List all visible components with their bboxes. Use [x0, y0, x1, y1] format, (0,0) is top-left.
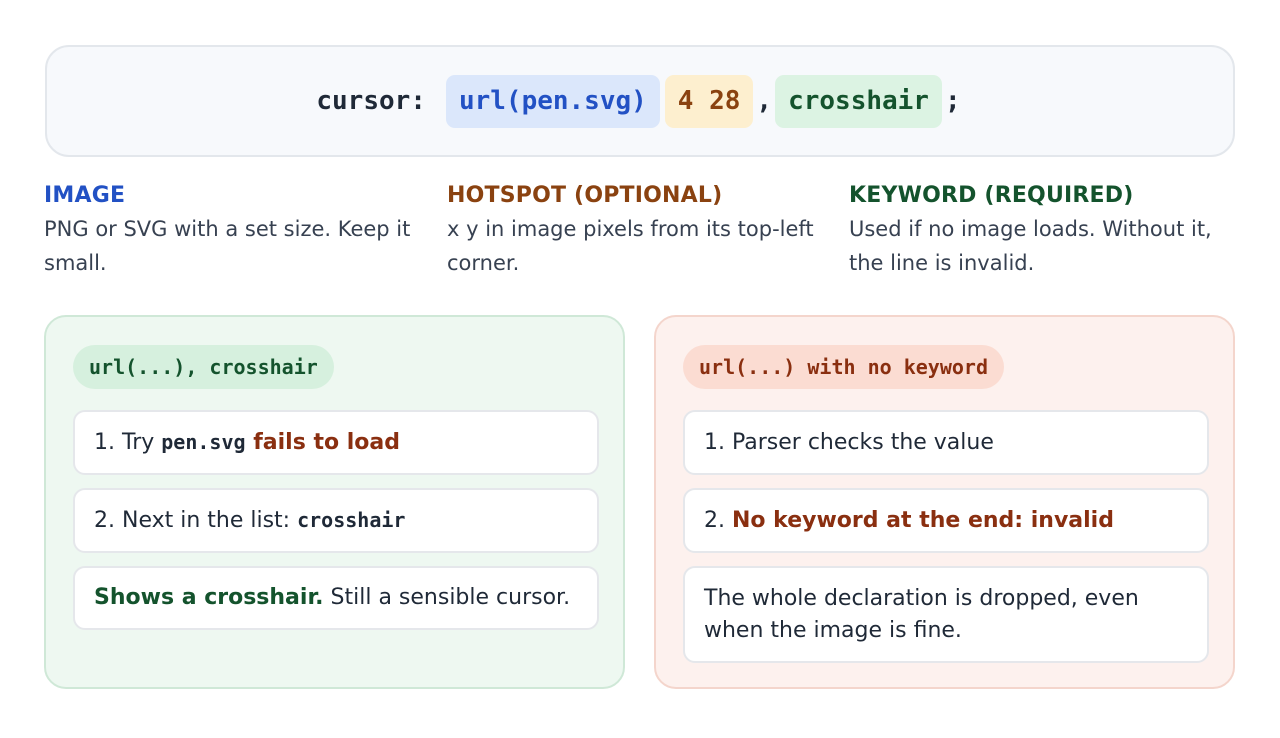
comma: ,: [756, 86, 773, 116]
fallback-tag: url(...), crosshair: [73, 345, 334, 389]
step-emphasis: fails to load: [245, 430, 400, 455]
invalid-step-2: 2. No keyword at the end: invalid: [683, 488, 1209, 553]
invalid-panel: url(...) with no keyword 1. Parser check…: [654, 315, 1235, 689]
keyword-title: KEYWORD (REQUIRED): [849, 183, 1134, 208]
property-name: cursor:: [316, 86, 426, 116]
hotspot-column: HOTSPOT (OPTIONAL) x y in image pixels f…: [447, 181, 837, 280]
hotspot-chip: 4 28: [664, 74, 754, 128]
fallback-panel: url(...), crosshair 1. Try pen.svg fails…: [44, 315, 625, 689]
step-emphasis: No keyword at the end: invalid: [731, 507, 1114, 533]
hotspot-title: HOTSPOT (OPTIONAL): [447, 183, 723, 208]
step-text: The whole declaration is dropped, even w…: [704, 585, 1139, 643]
image-title: IMAGE: [44, 183, 126, 208]
step-text: 2.: [704, 507, 732, 533]
keyword-column: KEYWORD (REQUIRED) Used if no image load…: [849, 181, 1239, 280]
fallback-step-2: 2. Next in the list: crosshair: [73, 488, 599, 553]
step-code: crosshair: [297, 508, 406, 532]
invalid-tag: url(...) with no keyword: [683, 345, 1004, 389]
step-code: pen.svg: [161, 430, 246, 454]
cursor-declaration: cursor: url(pen.svg) 4 28 , crosshair ;: [45, 45, 1235, 157]
keyword-chip: crosshair: [775, 74, 942, 128]
keyword-description: Used if no image loads. Without it, the …: [849, 217, 1212, 275]
invalid-step-3: The whole declaration is dropped, even w…: [683, 566, 1209, 663]
fallback-step-3: Shows a crosshair. Still a sensible curs…: [73, 566, 599, 630]
step-text: Still a sensible cursor.: [323, 585, 571, 610]
step-text: 1. Try: [94, 430, 162, 455]
image-url-chip: url(pen.svg): [445, 74, 660, 128]
step-emphasis: Shows a crosshair.: [94, 585, 324, 610]
image-column: IMAGE PNG or SVG with a set size. Keep i…: [44, 181, 434, 280]
semicolon: ;: [944, 86, 961, 116]
step-text: 1. Parser checks the value: [704, 429, 994, 455]
image-description: PNG or SVG with a set size. Keep it smal…: [44, 217, 411, 275]
hotspot-description: x y in image pixels from its top-left co…: [447, 217, 814, 275]
invalid-step-1: 1. Parser checks the value: [683, 410, 1209, 475]
step-text: 2. Next in the list:: [94, 508, 298, 533]
fallback-step-1: 1. Try pen.svg fails to load: [73, 410, 599, 475]
